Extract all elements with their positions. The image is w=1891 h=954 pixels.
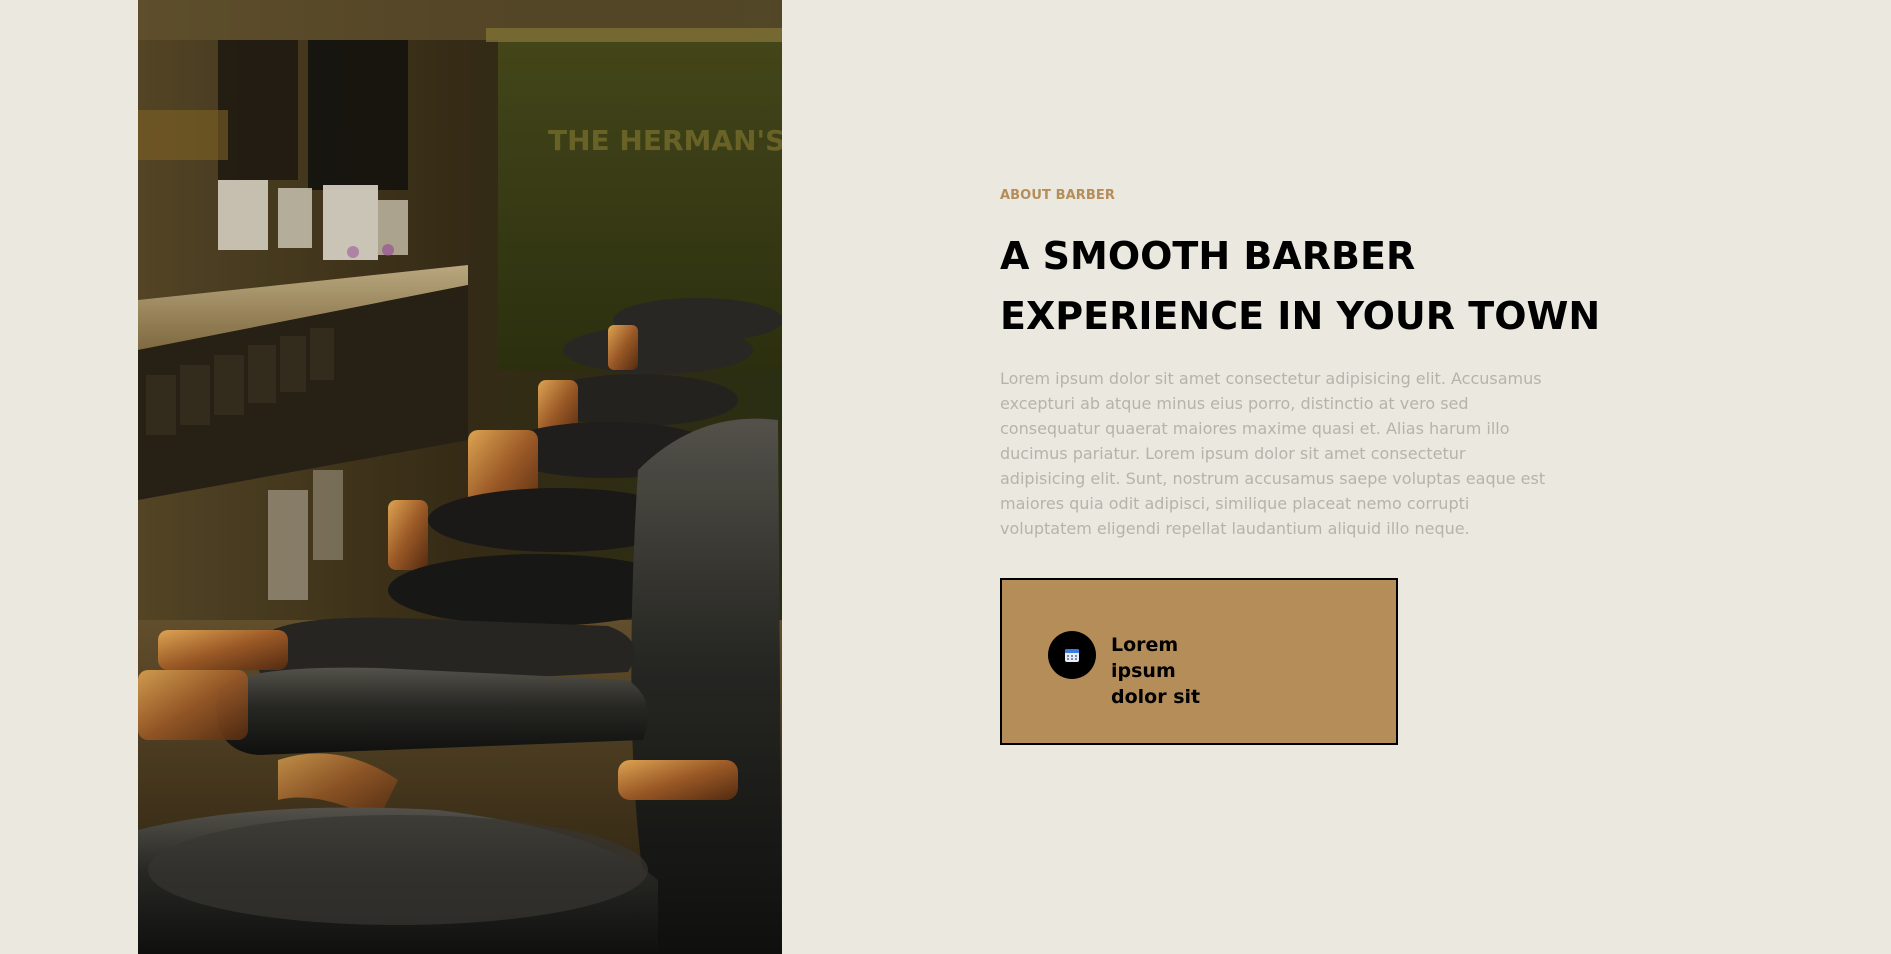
cta-card-button[interactable]: Lorem ipsum dolor sit xyxy=(1000,578,1398,745)
cta-label: Lorem ipsum dolor sit xyxy=(1111,634,1201,708)
section-eyebrow: ABOUT BARBER xyxy=(1000,188,1115,203)
headline-line-1: A SMOOTH BARBER xyxy=(1000,234,1416,278)
section-paragraph: Lorem ipsum dolor sit amet consectetur a… xyxy=(1000,369,1546,538)
barbershop-photo: THE HERMAN'S xyxy=(138,0,782,954)
calendar-icon xyxy=(1048,631,1096,679)
about-section: THE HERMAN'S ABOUT BARBER A SMOOTH BARBE… xyxy=(0,0,1891,954)
section-headline: A SMOOTH BARBER EXPERIENCE IN YOUR TOWN xyxy=(1000,226,1601,346)
headline-line-2: EXPERIENCE IN YOUR TOWN xyxy=(1000,294,1601,338)
about-content: ABOUT BARBER A SMOOTH BARBER EXPERIENCE … xyxy=(1000,186,1601,745)
